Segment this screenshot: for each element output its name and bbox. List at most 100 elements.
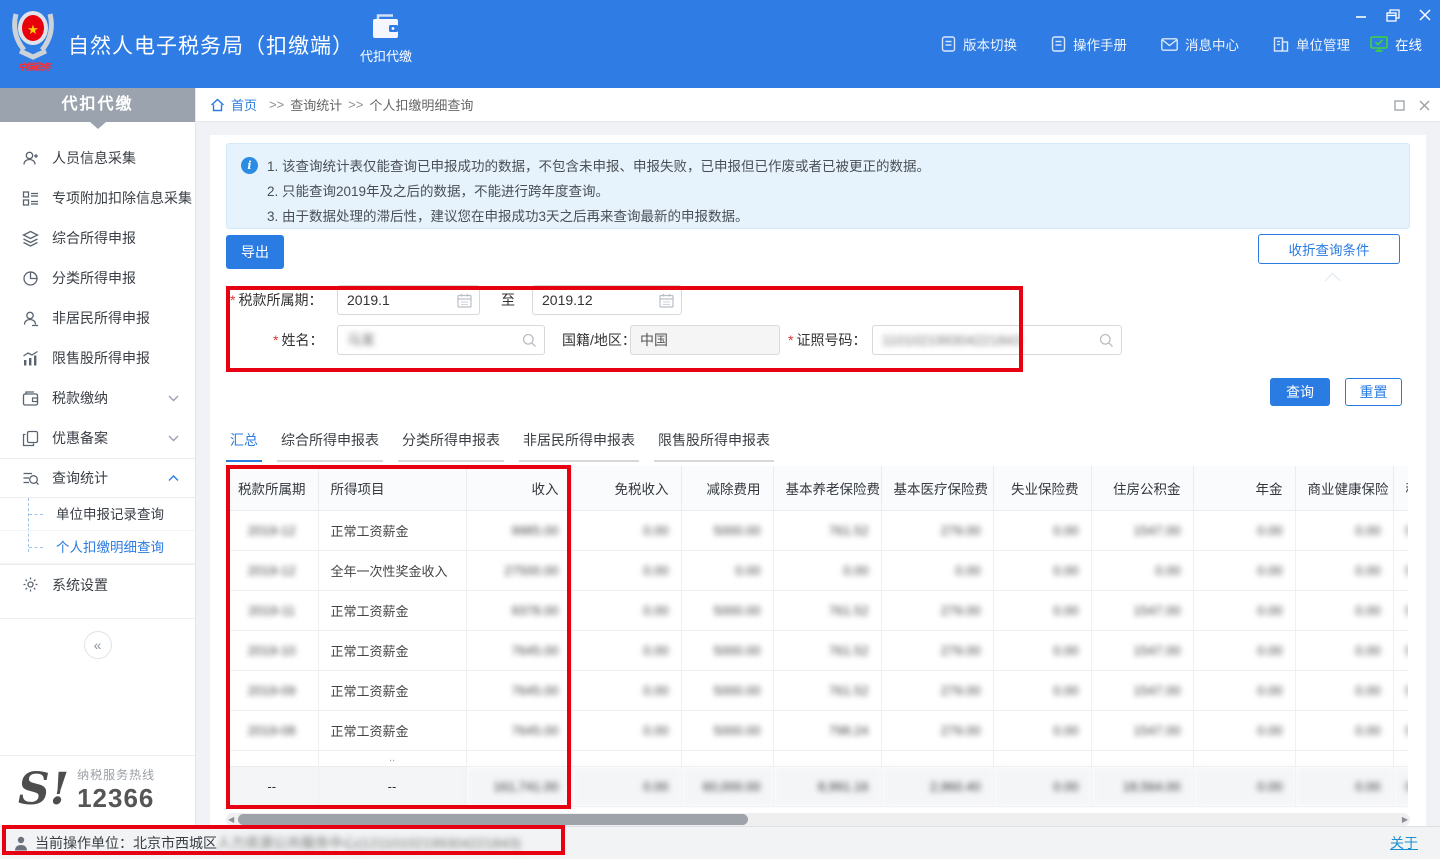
- cell: 2019-12: [226, 550, 318, 590]
- column-header: 收入: [466, 466, 571, 510]
- export-button[interactable]: 导出: [226, 235, 284, 269]
- nationality-label: 国籍/地区：: [562, 325, 636, 355]
- home-icon[interactable]: [210, 98, 225, 112]
- module-tab-daikou[interactable]: 代扣代缴: [348, 14, 424, 80]
- submenu-item-unit-declaration-query[interactable]: 单位申报记录查询: [0, 498, 195, 531]
- horizontal-scrollbar[interactable]: ◀ ▶: [226, 813, 1410, 826]
- menu-version-switch[interactable]: 版本切换: [941, 34, 1017, 54]
- cell: [1091, 750, 1193, 766]
- cell: 0.00: [571, 630, 681, 670]
- menu-label: 消息中心: [1185, 34, 1239, 54]
- sidebar-item-system-settings[interactable]: 系统设置: [0, 564, 195, 604]
- search-list-icon: [22, 470, 39, 487]
- sidebar-item-classified-income[interactable]: 分类所得申报: [0, 258, 195, 298]
- sidebar-item-nonresident-income[interactable]: 非居民所得申报: [0, 298, 195, 338]
- restore-button[interactable]: [1384, 6, 1402, 24]
- sidebar-item-restricted-shares[interactable]: 限售股所得申报: [0, 338, 195, 378]
- name-input[interactable]: 马某: [337, 325, 545, 355]
- name-value: 马某: [347, 330, 375, 350]
- reset-button[interactable]: 重置: [1345, 378, 1402, 406]
- scroll-left-icon[interactable]: ◀: [228, 813, 234, 826]
- close-view-icon[interactable]: [1419, 100, 1430, 111]
- tab-3[interactable]: 非居民所得申报表: [519, 430, 639, 462]
- cell: 2019-08: [226, 710, 318, 750]
- sidebar-item-query-statistics[interactable]: 查询统计: [0, 458, 195, 498]
- maximize-view-icon[interactable]: [1394, 100, 1405, 111]
- sidebar-item-special-deduction[interactable]: 专项附加扣除信息采集: [0, 178, 195, 218]
- table-row: 2019-12全年一次性奖金收入27500.000.000.000.000.00…: [226, 550, 1408, 590]
- search-icon[interactable]: [1099, 333, 1114, 348]
- notice-lines: 1. 该查询统计表仅能查询已申报成功的数据，不包含未申报、申报失败，已申报但已作…: [267, 154, 1395, 229]
- cell: 0.00: [571, 710, 681, 750]
- header-menu: 版本切换 操作手册 消息中心 单位管理: [941, 0, 1350, 88]
- cell: 0.00: [571, 510, 681, 550]
- online-monitor-icon: [1370, 36, 1388, 52]
- building-icon: [1273, 37, 1289, 52]
- calendar-icon[interactable]: [659, 293, 674, 308]
- status-bar: 当前操作单位： 北京市西城区 人力资源公共服务中心(12110102199304…: [0, 826, 1440, 859]
- cell: 2019-09: [226, 670, 318, 710]
- minimize-button[interactable]: [1352, 6, 1370, 24]
- cell: 1547.00: [1091, 510, 1193, 550]
- cell: 1547.00: [1091, 630, 1193, 670]
- layers-icon: [22, 230, 39, 247]
- cell: 0.00: [571, 670, 681, 710]
- scroll-right-icon[interactable]: ▶: [1402, 813, 1408, 826]
- calendar-icon[interactable]: [457, 293, 472, 308]
- notice-line: 2. 只能查询2019年及之后的数据，不能进行跨年度查询。: [267, 179, 1395, 204]
- menu-unit-management[interactable]: 单位管理: [1273, 34, 1350, 54]
- chevron-up-icon: [168, 475, 179, 482]
- column-header: 失业保险费: [993, 466, 1091, 510]
- query-button[interactable]: 查询: [1270, 378, 1330, 406]
- period-to-value: 2019.12: [542, 292, 593, 308]
- horizontal-scroll-thumb[interactable]: [238, 814, 748, 825]
- period-from-input[interactable]: 2019.1: [337, 285, 480, 315]
- cell: [571, 750, 681, 766]
- sidebar-collapse-button[interactable]: «: [84, 631, 112, 659]
- column-header: 住房公积金: [1091, 466, 1193, 510]
- breadcrumb-level1[interactable]: 查询统计: [290, 95, 342, 114]
- cell: 0.00: [1295, 630, 1393, 670]
- cell: 1547.00: [1091, 590, 1193, 630]
- cell: 0.00: [1295, 766, 1393, 806]
- tab-1[interactable]: 综合所得申报表: [277, 430, 383, 462]
- sidebar-item-preferential-filing[interactable]: 优惠备案: [0, 418, 195, 458]
- column-header: 减除费用: [681, 466, 773, 510]
- id-number-input[interactable]: 110102199304221843: [872, 325, 1122, 355]
- period-to-input[interactable]: 2019.12: [532, 285, 682, 315]
- cell: 60,000.00: [681, 766, 773, 806]
- tab-2[interactable]: 分类所得申报表: [398, 430, 504, 462]
- cell: 2,960.40: [881, 766, 993, 806]
- cell: 0.00: [1295, 510, 1393, 550]
- cell: 9985.00: [466, 510, 571, 550]
- tab-4[interactable]: 限售股所得申报表: [654, 430, 774, 462]
- menu-message-center[interactable]: 消息中心: [1161, 34, 1239, 54]
- collapse-query-button[interactable]: 收折查询条件: [1258, 234, 1400, 264]
- sidebar-item-comprehensive-income[interactable]: 综合所得申报: [0, 218, 195, 258]
- copy-icon: [22, 430, 39, 447]
- hotline-logo: S!: [18, 768, 69, 812]
- sidebar-item-label: 查询统计: [52, 468, 108, 488]
- cell: 0.00: [881, 550, 993, 590]
- menu-manual[interactable]: 操作手册: [1051, 34, 1127, 54]
- id-number-label: *证照号码：: [788, 325, 866, 355]
- chevron-down-icon: [168, 395, 179, 402]
- cell: 0.00: [1193, 630, 1295, 670]
- cell: 0.00: [1193, 590, 1295, 630]
- cell: 0.00: [993, 670, 1091, 710]
- close-button[interactable]: [1416, 6, 1434, 24]
- tab-0[interactable]: 汇总: [226, 430, 262, 462]
- sidebar-item-personnel-info[interactable]: 人员信息采集: [0, 138, 195, 178]
- cell: 761.52: [773, 510, 881, 550]
- breadcrumb-home[interactable]: 首页: [231, 95, 257, 114]
- cell: [681, 750, 773, 766]
- column-header: 商业健康保险: [1295, 466, 1393, 510]
- search-icon[interactable]: [522, 333, 537, 348]
- sidebar-item-tax-payment[interactable]: 税款缴纳: [0, 378, 195, 418]
- submenu-item-personal-withholding-query[interactable]: 个人扣缴明细查询: [0, 531, 195, 564]
- cell: 279.00: [881, 710, 993, 750]
- cell: 0.00: [1193, 710, 1295, 750]
- current-unit-redacted: 人力资源公共服务中心(12110102199304221843): [217, 833, 521, 853]
- about-link[interactable]: 关于: [1390, 833, 1418, 853]
- sidebar-item-label: 专项附加扣除信息采集: [52, 188, 192, 208]
